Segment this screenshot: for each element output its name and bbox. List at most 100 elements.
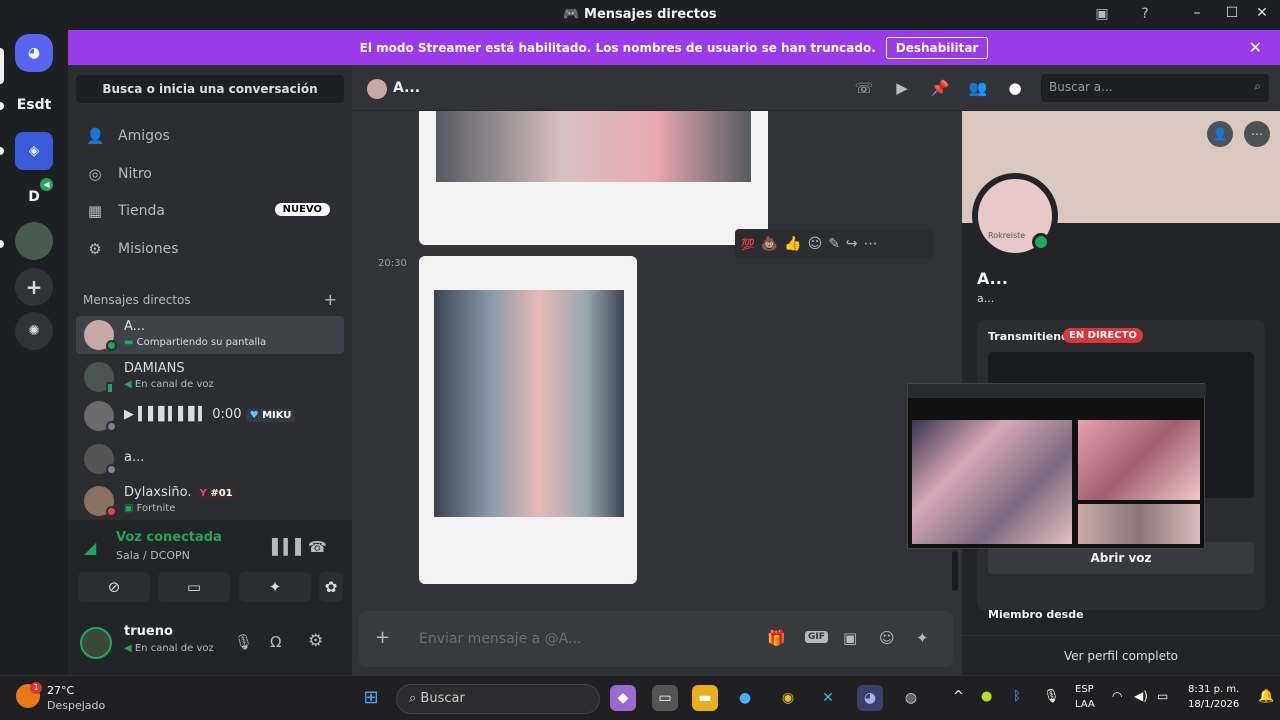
dm-item[interactable]: DAMIANS ◀ En canal de voz: [76, 358, 344, 396]
activities-button[interactable]: ✦: [239, 572, 311, 602]
bluetooth-icon[interactable]: ᛒ: [1013, 689, 1021, 704]
minimize-button[interactable]: –: [1187, 5, 1207, 25]
taskbar-search[interactable]: ⌕ Buscar: [396, 684, 600, 714]
clock-time[interactable]: 8:31 p. m.: [1188, 684, 1239, 695]
discord-logo-icon: ◕: [27, 45, 41, 61]
add-friend-button[interactable]: 👤: [1207, 121, 1233, 147]
add-server-button[interactable]: +: [15, 268, 53, 306]
chat-area: 💯 💩 👍 ☺ ✎ ↪ ⋯ 20:30 + Enviar mensaje a @…: [352, 111, 962, 675]
copilot-icon[interactable]: ◆: [610, 685, 636, 711]
dm-item[interactable]: A... ▬ Compartiendo su pantalla: [76, 316, 344, 354]
chat-search-input[interactable]: Buscar a... ⌕: [1041, 74, 1269, 102]
camera-off-button[interactable]: ⊘: [78, 572, 150, 602]
headphones-icon[interactable]: Ω: [270, 633, 281, 651]
gift-icon[interactable]: 🎁: [767, 629, 786, 647]
emoji-icon[interactable]: ☺: [879, 629, 895, 647]
nav-shop[interactable]: ▦ Tienda NUEVO: [76, 194, 344, 228]
unread-pip: [0, 102, 4, 110]
voice-status[interactable]: Voz conectada: [116, 530, 222, 545]
nav-nitro[interactable]: ◎ Nitro: [76, 157, 344, 191]
language-code[interactable]: ESP: [1075, 684, 1094, 695]
scrollbar[interactable]: [952, 551, 958, 591]
image-attachment[interactable]: [419, 111, 768, 245]
pin-icon[interactable]: 📌: [930, 79, 950, 97]
noise-suppression-icon[interactable]: ▌▍▌: [272, 538, 307, 556]
selected-pip: [0, 48, 4, 84]
weather-desc[interactable]: Despejado: [47, 699, 105, 712]
apps-icon[interactable]: ✦: [916, 629, 929, 647]
notifications-icon[interactable]: 🔔: [1258, 689, 1274, 704]
close-window-button[interactable]: ✕: [1252, 5, 1272, 25]
task-view-icon[interactable]: ▭: [652, 685, 678, 711]
attach-plus-icon[interactable]: +: [375, 627, 390, 648]
stream-popout-preview[interactable]: [907, 383, 1206, 549]
avatar-caption: Rokreiste: [988, 231, 1026, 240]
compass-icon: ✺: [28, 323, 40, 339]
keyboard-layout[interactable]: LAA: [1075, 699, 1095, 710]
voice-channel[interactable]: Sala / DCOPN: [116, 549, 190, 562]
obs-icon[interactable]: ◍: [898, 685, 924, 711]
profile-more-button[interactable]: ⋯: [1244, 121, 1270, 147]
discover-button[interactable]: ✺: [15, 312, 53, 350]
message-composer[interactable]: + Enviar mensaje a @A... 🎁 GIF ▣ ☺ ✦: [359, 611, 953, 667]
app-x-icon[interactable]: ✕: [815, 685, 841, 711]
user-profile-icon[interactable]: ●: [1005, 79, 1025, 97]
settings-gear-icon[interactable]: ⚙: [308, 631, 323, 651]
video-call-icon[interactable]: ▶: [892, 79, 912, 97]
user-avatar[interactable]: [80, 627, 112, 659]
dm-item[interactable]: Dylaxsiño. Y #01 ▣ Fortnite: [76, 482, 344, 520]
image-attachment[interactable]: [419, 256, 637, 584]
guild-icon-blue[interactable]: ◈: [15, 132, 53, 170]
heart-icon: ♥: [249, 410, 263, 421]
dm-item[interactable]: ▶ ▍▌▋▍▌▋▍ 0:00 ♥ MIKU: [76, 397, 344, 435]
share-screen-button[interactable]: ▭: [158, 572, 230, 602]
forward-icon[interactable]: ↪: [846, 236, 858, 252]
nav-quests[interactable]: ⚙ Misiones: [76, 232, 344, 266]
view-full-profile-link[interactable]: Ver perfil completo: [962, 635, 1280, 675]
poop-emoji-icon[interactable]: 💩: [761, 236, 778, 252]
wifi-icon[interactable]: ◠: [1112, 689, 1122, 703]
start-button[interactable]: ⊞: [358, 685, 384, 711]
close-banner-icon[interactable]: ✕: [1249, 38, 1262, 57]
tray-app-icon[interactable]: ●: [981, 689, 992, 704]
add-reaction-icon[interactable]: ☺: [808, 236, 823, 252]
disable-streamer-button[interactable]: Deshabilitar: [885, 36, 989, 59]
nav-friends[interactable]: 👤 Amigos: [76, 119, 344, 153]
discord-taskbar-icon[interactable]: ◕: [857, 685, 883, 711]
guild-avatar[interactable]: [15, 222, 53, 260]
screen-share-icon[interactable]: ▣: [1092, 6, 1112, 24]
battery-icon[interactable]: ▭: [1157, 689, 1168, 703]
thumbs-up-emoji-icon[interactable]: 👍: [784, 236, 801, 252]
clock-date[interactable]: 18/1/2026: [1188, 699, 1239, 710]
soundboard-button[interactable]: ✿: [319, 572, 343, 602]
weather-temp[interactable]: 27°C: [47, 684, 74, 697]
file-explorer-icon[interactable]: ▬: [692, 685, 718, 711]
voice-call-icon[interactable]: ☏: [854, 79, 874, 97]
volume-icon[interactable]: ◀): [1134, 689, 1148, 703]
recipient-name[interactable]: A...: [393, 80, 420, 96]
tray-chevron-icon[interactable]: ^: [953, 689, 964, 704]
mic-icon[interactable]: 🎙: [234, 633, 253, 651]
sticker-icon[interactable]: ▣: [843, 629, 857, 647]
help-icon[interactable]: ?: [1135, 6, 1155, 24]
edit-icon[interactable]: ✎: [828, 236, 840, 252]
add-friends-icon[interactable]: 👥: [968, 79, 988, 97]
maximize-button[interactable]: ☐: [1222, 5, 1242, 25]
chrome-icon[interactable]: ◉: [775, 685, 801, 711]
server-list: ◕ Esdt ◈ D ◀ + ✺: [0, 30, 68, 675]
lightbulb-app-icon[interactable]: ●: [732, 685, 758, 711]
play-icon[interactable]: ▶: [124, 407, 138, 422]
quests-icon: ⚙: [88, 240, 102, 258]
mic-tray-icon[interactable]: 🎙: [1043, 689, 1060, 704]
create-dm-icon[interactable]: +: [324, 290, 337, 309]
home-button[interactable]: ◕: [15, 34, 53, 72]
gif-icon[interactable]: GIF: [805, 631, 828, 643]
dm-item[interactable]: a...: [76, 440, 344, 478]
message-input[interactable]: Enviar mensaje a @A...: [419, 631, 581, 647]
more-icon[interactable]: ⋯: [864, 236, 878, 252]
conversation-search[interactable]: Busca o inicia una conversación: [76, 75, 344, 103]
disconnect-icon[interactable]: ☎: [308, 538, 327, 556]
guild-esdt[interactable]: Esdt: [15, 86, 53, 124]
unread-pip: [0, 240, 4, 248]
hundred-emoji-icon[interactable]: 💯: [741, 238, 755, 251]
